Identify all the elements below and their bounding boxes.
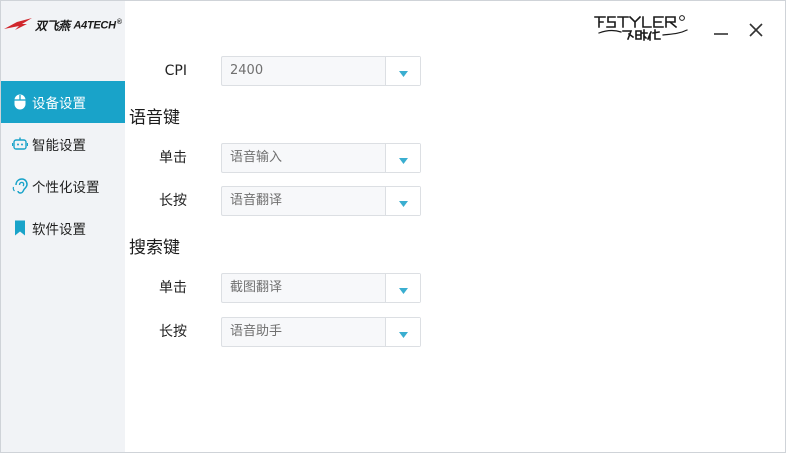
- search-key-click-label: 单击: [159, 280, 187, 296]
- voice-key-click-label: 单击: [159, 150, 187, 166]
- search-key-click-row: 单击 截图翻译: [125, 273, 525, 303]
- voice-key-longpress-select[interactable]: 语音翻译: [221, 186, 421, 216]
- sidebar-item-personalization[interactable]: 个性化设置: [1, 165, 125, 207]
- cpi-dropdown-button[interactable]: [385, 57, 420, 85]
- mouse-icon: [12, 94, 28, 110]
- caret-down-icon: [398, 192, 408, 211]
- sidebar-item-device-settings[interactable]: 设备设置: [1, 81, 125, 123]
- caret-down-icon: [398, 149, 408, 168]
- brand-name-cn: 双飞燕: [35, 18, 70, 33]
- caret-down-icon: [398, 62, 408, 81]
- sidebar-nav: 设备设置 智能设置 个性化设置 软件设置: [1, 81, 125, 249]
- cpi-row: CPI 2400: [125, 56, 525, 86]
- app-window: 双飞燕 A4TECH® 设备设置 智能设置 个性化设置 软件设置 CPI 240…: [0, 0, 786, 453]
- cpi-value: 2400: [230, 63, 264, 78]
- voice-key-click-row: 单击 语音输入: [125, 143, 525, 173]
- robot-icon: [12, 136, 28, 152]
- brand-name-en: A4TECH®: [73, 18, 122, 32]
- voice-key-longpress-value: 语音翻译: [230, 193, 283, 208]
- ear-icon: [12, 178, 28, 194]
- search-key-click-dropdown-button[interactable]: [385, 274, 420, 302]
- brand-logo: 双飞燕 A4TECH®: [3, 13, 125, 37]
- caret-down-icon: [398, 279, 408, 298]
- cpi-label: CPI: [164, 63, 187, 79]
- search-key-longpress-value: 语音助手: [230, 324, 283, 339]
- swallow-logo-icon: [3, 16, 33, 34]
- voice-key-longpress-row: 长按 语音翻译: [125, 186, 525, 216]
- search-key-click-value: 截图翻译: [230, 280, 283, 295]
- sidebar-item-label: 个性化设置: [32, 180, 100, 196]
- search-key-longpress-row: 长按 语音助手: [125, 317, 525, 347]
- sidebar-item-label: 智能设置: [32, 138, 86, 154]
- voice-key-click-select[interactable]: 语音输入: [221, 143, 421, 173]
- voice-key-longpress-label: 长按: [159, 193, 187, 209]
- voice-key-longpress-dropdown-button[interactable]: [385, 187, 420, 215]
- search-key-longpress-select[interactable]: 语音助手: [221, 317, 421, 347]
- sidebar-item-smart-settings[interactable]: 智能设置: [1, 123, 125, 165]
- sidebar-item-label: 设备设置: [32, 96, 86, 112]
- voice-key-title: 语音键: [129, 108, 180, 128]
- cpi-select[interactable]: 2400: [221, 56, 421, 86]
- sidebar-item-software-settings[interactable]: 软件设置: [1, 207, 125, 249]
- sidebar: 双飞燕 A4TECH® 设备设置 智能设置 个性化设置 软件设置: [1, 1, 125, 452]
- caret-down-icon: [398, 323, 408, 342]
- search-key-title: 搜索键: [129, 238, 180, 258]
- settings-panel: CPI 2400 语音键 单击 语音输入 长按 语音翻译 搜索键 单击 截图翻译…: [125, 1, 785, 452]
- search-key-longpress-label: 长按: [159, 324, 187, 340]
- search-key-click-select[interactable]: 截图翻译: [221, 273, 421, 303]
- search-key-longpress-dropdown-button[interactable]: [385, 318, 420, 346]
- voice-key-click-value: 语音输入: [230, 150, 283, 165]
- sidebar-item-label: 软件设置: [32, 222, 86, 238]
- voice-key-click-dropdown-button[interactable]: [385, 144, 420, 172]
- bookmark-icon: [12, 220, 28, 236]
